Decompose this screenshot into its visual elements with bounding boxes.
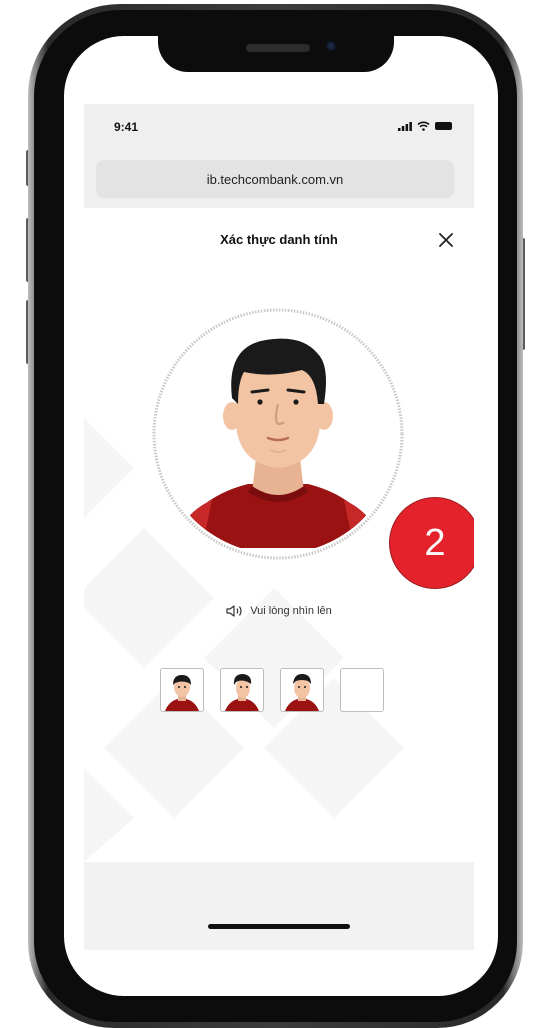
thumbnail-face-front (165, 675, 199, 711)
browser-footer (84, 862, 474, 950)
instruction-text: Vui lòng nhìn lên (250, 605, 332, 617)
thumbnail-3 (280, 668, 324, 712)
status-time: 9:41 (114, 120, 139, 134)
thumbnail-1 (160, 668, 204, 712)
phone-mockup: 9:41 ib.techcombank.com.vn Xác thực danh… (0, 0, 547, 1028)
instruction-row: Vui lòng nhìn lên (84, 604, 474, 618)
mobile-web-page: 9:41 ib.techcombank.com.vn Xác thực danh… (84, 104, 474, 950)
step-badge: 2 (390, 498, 474, 588)
status-icons (398, 121, 452, 131)
battery-icon (435, 122, 452, 130)
close-icon (439, 233, 453, 247)
thumbnail-2 (220, 668, 264, 712)
thumbnail-4-empty (340, 668, 384, 712)
notch (158, 34, 394, 72)
front-camera (326, 41, 336, 51)
thumbnail-face-front-2 (285, 674, 319, 711)
earpiece-speaker (246, 44, 310, 52)
signal-icon (398, 121, 412, 131)
speaker-icon (226, 605, 242, 617)
page-title: Xác thực danh tính (220, 232, 338, 247)
wifi-icon (417, 121, 430, 131)
browser-chrome: 9:41 ib.techcombank.com.vn (84, 104, 474, 208)
home-indicator[interactable] (208, 924, 350, 929)
url-text: ib.techcombank.com.vn (206, 171, 344, 187)
face-capture-frame (152, 308, 404, 560)
identity-verification-screen: Xác thực danh tính 2 Vui lòng nhìn lên (84, 208, 474, 862)
capture-thumbnails (160, 668, 384, 712)
url-bar[interactable]: ib.techcombank.com.vn (96, 160, 454, 198)
thumbnail-face-side (225, 674, 259, 711)
close-button[interactable] (434, 228, 458, 252)
